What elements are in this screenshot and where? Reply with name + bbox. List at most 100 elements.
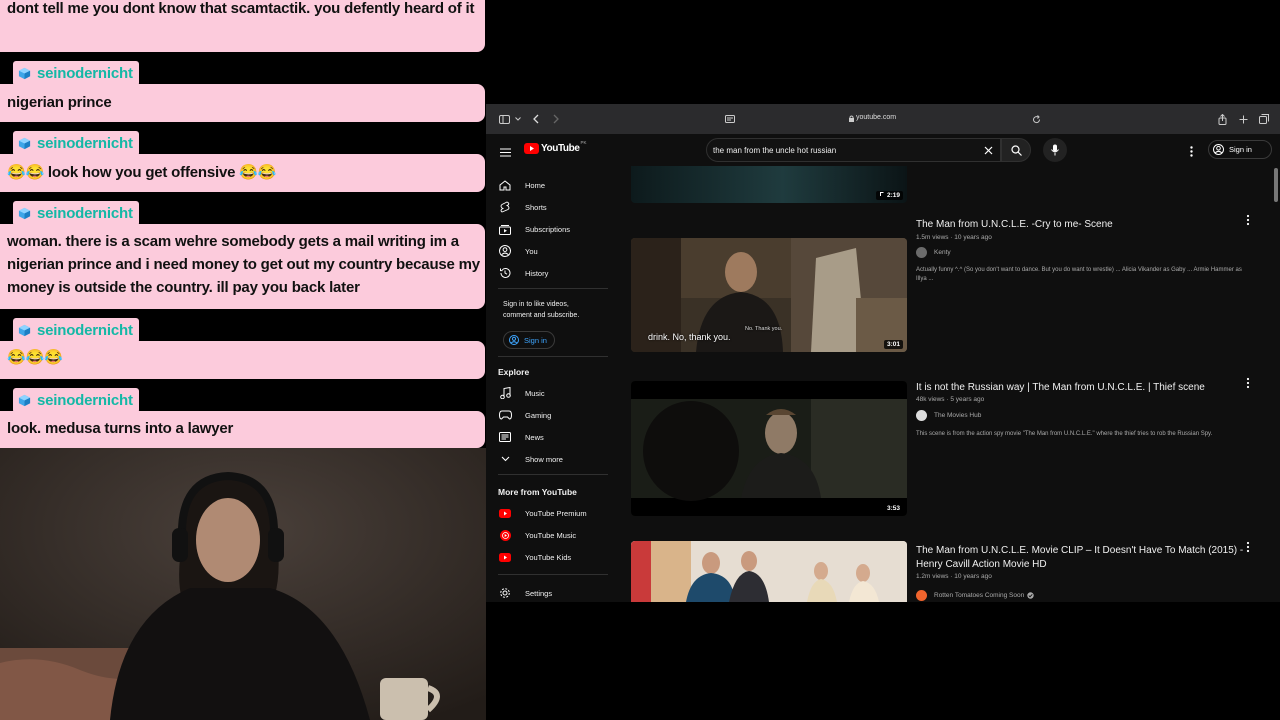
avatar bbox=[916, 590, 927, 601]
account-icon bbox=[1213, 144, 1224, 155]
youtube-logo-text: YouTube bbox=[541, 143, 580, 154]
channel-name: Rotten Tomatoes Coming Soon bbox=[934, 592, 1025, 599]
video-channel[interactable]: Rotten Tomatoes Coming Soon bbox=[916, 590, 1034, 601]
url-bar[interactable]: youtube.com bbox=[856, 114, 896, 121]
chat-message-text: nigerian prince bbox=[7, 94, 112, 111]
chat-overlay: dont tell me you dont know that scamtact… bbox=[0, 0, 486, 448]
chat-message-text: 😂😂😂 bbox=[7, 349, 63, 366]
search-button[interactable] bbox=[1001, 138, 1031, 162]
sidebar-divider bbox=[498, 356, 608, 357]
sidebar-item-settings[interactable]: Settings bbox=[498, 585, 552, 601]
thumbnail-image bbox=[631, 381, 907, 516]
sign-in-button[interactable]: Sign in bbox=[1208, 140, 1272, 159]
video-description: This scene is from the action spy movie … bbox=[916, 431, 1213, 437]
sidebar-item-news[interactable]: News bbox=[498, 429, 544, 445]
youtube-premium-icon bbox=[498, 506, 512, 520]
sidebar-item-label: News bbox=[525, 432, 544, 442]
verified-icon bbox=[1027, 592, 1034, 599]
avatar bbox=[916, 410, 927, 421]
chat-username-chip: seinodernicht bbox=[13, 61, 139, 86]
video-thumbnail[interactable]: 3:53 bbox=[631, 381, 907, 516]
chat-username: seinodernicht bbox=[37, 322, 133, 339]
chat-username-chip: seinodernicht bbox=[13, 201, 139, 226]
sidebar-item-shorts[interactable]: Shorts bbox=[498, 199, 547, 215]
youtube-music-icon bbox=[498, 528, 512, 542]
sidebar-item-subscriptions[interactable]: Subscriptions bbox=[498, 221, 570, 237]
lock-icon bbox=[849, 115, 854, 122]
sidebar-item-youtube-kids[interactable]: YouTube Kids bbox=[498, 549, 571, 565]
sidebar-item-you[interactable]: You bbox=[498, 243, 538, 259]
forward-icon[interactable] bbox=[548, 111, 564, 127]
video-channel[interactable]: The Movies Hub bbox=[916, 410, 981, 421]
sidebar-sign-in-label: Sign in bbox=[524, 335, 547, 345]
news-icon bbox=[498, 430, 512, 444]
voice-search-button[interactable] bbox=[1043, 138, 1067, 162]
gear-icon bbox=[498, 586, 512, 600]
video-thumbnail[interactable]: 2:19 bbox=[631, 166, 907, 203]
you-icon bbox=[498, 244, 512, 258]
video-thumbnail[interactable]: drink. No, thank you. No. Thank you. 3:0… bbox=[631, 238, 907, 352]
sidebar-item-youtube-premium[interactable]: YouTube Premium bbox=[498, 505, 587, 521]
channel-name: Kenty bbox=[934, 249, 951, 256]
video-channel[interactable]: Kenty bbox=[916, 247, 951, 258]
sidebar-item-youtube-music[interactable]: YouTube Music bbox=[498, 527, 576, 543]
thumbnail-image bbox=[631, 541, 907, 602]
sidebar-item-gaming[interactable]: Gaming bbox=[498, 407, 551, 423]
sidebar-item-label: Settings bbox=[525, 588, 553, 598]
sidebar-item-home[interactable]: Home bbox=[498, 177, 545, 193]
new-tab-icon[interactable] bbox=[1235, 111, 1251, 127]
reload-icon[interactable] bbox=[1028, 111, 1044, 127]
video-menu-icon[interactable] bbox=[1245, 541, 1251, 553]
clear-search-icon[interactable] bbox=[984, 146, 993, 155]
share-icon[interactable] bbox=[1214, 111, 1230, 127]
chevron-down-icon bbox=[498, 452, 512, 466]
sidebar-sign-in-button[interactable]: Sign in bbox=[503, 331, 555, 349]
video-description: Actually funny ^.^ (So you don't want to… bbox=[916, 267, 1242, 282]
youtube-header: YouTube PK the man from the uncle hot ru… bbox=[486, 134, 1280, 166]
sidebar-item-label: You bbox=[525, 246, 538, 256]
chat-message-text: woman. there is a scam wehre somebody ge… bbox=[7, 233, 480, 296]
video-duration: 3:01 bbox=[883, 340, 903, 349]
sidebar-item-label: Subscriptions bbox=[525, 224, 571, 234]
reader-icon[interactable] bbox=[722, 111, 738, 127]
search-icon bbox=[1010, 144, 1022, 156]
screen: dont tell me you dont know that scamtact… bbox=[0, 0, 1280, 720]
account-icon bbox=[509, 335, 519, 345]
cube-icon bbox=[18, 67, 31, 80]
sidebar-item-show-more[interactable]: Show more bbox=[498, 451, 563, 467]
channel-name: The Movies Hub bbox=[934, 412, 982, 419]
search-results: 2:19 drink. No, thank you. No. Thank you… bbox=[631, 166, 1271, 602]
menu-icon[interactable] bbox=[500, 144, 511, 162]
chat-username-chip: seinodernicht bbox=[13, 131, 139, 156]
gaming-icon bbox=[498, 408, 512, 422]
sidebar-item-history[interactable]: History bbox=[498, 265, 548, 281]
scrollbar[interactable] bbox=[1274, 168, 1278, 202]
video-menu-icon[interactable] bbox=[1245, 214, 1251, 226]
video-subtitle-secondary: No. Thank you. bbox=[745, 326, 783, 332]
webcam-feed bbox=[0, 448, 486, 720]
tab-overview-icon[interactable] bbox=[1256, 111, 1272, 127]
chat-username: seinodernicht bbox=[37, 392, 133, 409]
video-duration: 2:19 bbox=[876, 191, 903, 200]
video-thumbnail[interactable] bbox=[631, 541, 907, 602]
sidebar-item-label: Show more bbox=[525, 454, 563, 464]
chevron-down-icon[interactable] bbox=[510, 111, 526, 127]
back-icon[interactable] bbox=[528, 111, 544, 127]
search-input[interactable]: the man from the uncle hot russian bbox=[706, 138, 1001, 162]
video-title[interactable]: The Man from U.N.C.L.E. Movie CLIP – It … bbox=[916, 544, 1246, 572]
video-menu-icon[interactable] bbox=[1245, 377, 1251, 389]
chat-username: seinodernicht bbox=[37, 135, 133, 152]
video-title[interactable]: The Man from U.N.C.L.E. -Cry to me- Scen… bbox=[916, 218, 1246, 232]
sidebar-item-label: YouTube Music bbox=[525, 530, 577, 540]
sign-in-prompt: Sign in to like videos, comment and subs… bbox=[503, 301, 580, 319]
video-title[interactable]: It is not the Russian way | The Man from… bbox=[916, 381, 1246, 395]
chat-message: woman. there is a scam wehre somebody ge… bbox=[0, 224, 485, 309]
sidebar-item-music[interactable]: Music bbox=[498, 385, 545, 401]
sidebar-divider bbox=[498, 574, 608, 575]
music-note-icon bbox=[880, 192, 884, 196]
video-subtitle: drink. No, thank you. bbox=[648, 332, 731, 342]
youtube-logo[interactable]: YouTube PK bbox=[524, 140, 587, 154]
more-options-icon[interactable] bbox=[1190, 144, 1193, 162]
youtube-sidebar: Home Shorts Subscriptions You History Si… bbox=[486, 166, 611, 602]
sidebar-divider bbox=[498, 288, 608, 289]
